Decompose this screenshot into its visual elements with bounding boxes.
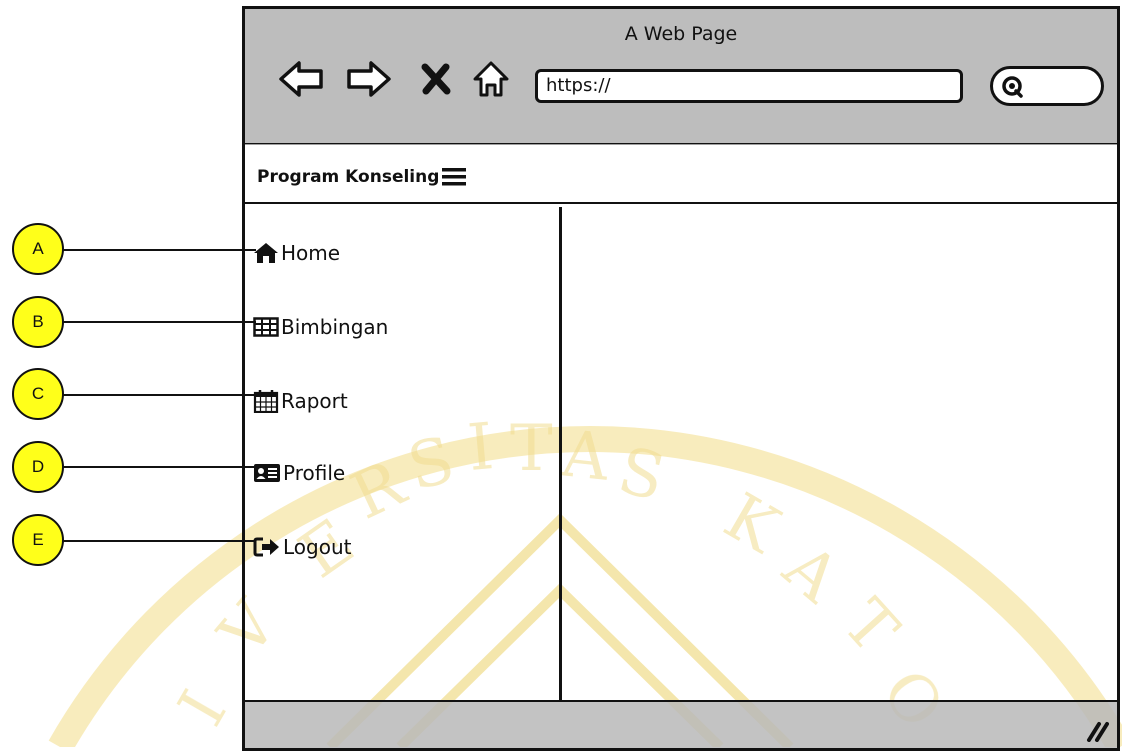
sign-out-icon [253, 537, 279, 557]
app-header: Program Konseling [245, 144, 1117, 204]
sidebar-item-label: Profile [283, 461, 346, 485]
home-icon [254, 243, 278, 263]
calendar-icon [253, 390, 279, 413]
back-arrow-icon[interactable] [277, 59, 325, 99]
home-nav-icon[interactable] [471, 59, 511, 99]
svg-text:I: I [165, 679, 242, 738]
url-input[interactable]: https:// [535, 69, 963, 103]
close-icon[interactable] [421, 63, 451, 95]
callout-leader-d [62, 466, 256, 468]
browser-status-bar [245, 700, 1117, 748]
sidebar-item-bimbingan[interactable]: Bimbingan [253, 315, 388, 339]
callout-d: D [12, 441, 64, 493]
callout-leader-b [62, 321, 256, 323]
sidebar-item-label: Bimbingan [281, 315, 389, 339]
browser-chrome: A Web Page https:// [245, 9, 1117, 145]
sidebar-item-raport[interactable]: Raport [253, 389, 348, 413]
callout-a: A [12, 223, 64, 275]
callout-b: B [12, 296, 64, 348]
callout-leader-e [62, 540, 256, 542]
brand: Program Konseling [257, 166, 467, 188]
callout-leader-c [62, 394, 256, 396]
sidebar-item-label: Logout [283, 535, 352, 559]
search-icon [1002, 76, 1023, 98]
callout-c: C [12, 368, 64, 420]
sidebar-divider [559, 207, 562, 701]
callout-e: E [12, 514, 64, 566]
browser-window: A Web Page https:// Program Konseling Ho… [242, 6, 1120, 751]
sidebar-item-profile[interactable]: Profile [253, 461, 345, 485]
brand-title: Program Konseling [257, 167, 440, 187]
sidebar-item-label: Home [281, 241, 341, 265]
sidebar-item-label: Raport [281, 389, 348, 413]
table-icon [253, 317, 279, 337]
callout-leader-a [62, 249, 256, 251]
forward-arrow-icon[interactable] [345, 59, 393, 99]
page-title: A Web Page [624, 23, 738, 45]
id-card-icon [254, 464, 280, 482]
sidebar-item-home[interactable]: Home [253, 241, 340, 265]
hamburger-menu-icon[interactable] [441, 166, 467, 188]
sidebar-item-logout[interactable]: Logout [253, 535, 351, 559]
search-field[interactable] [990, 66, 1104, 106]
resize-handle-icon[interactable] [1085, 720, 1109, 742]
